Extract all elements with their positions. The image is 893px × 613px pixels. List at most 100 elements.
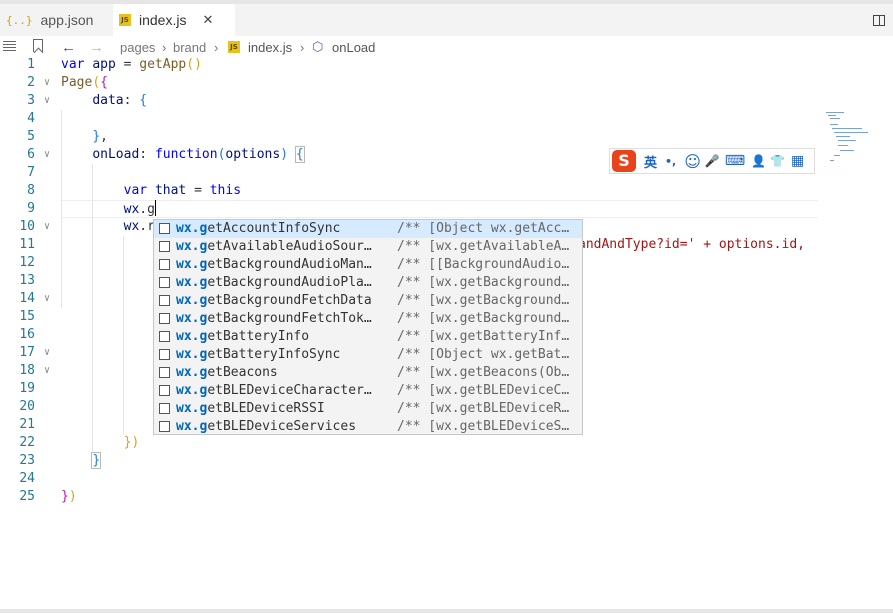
tab-bar: {..} app.json JS index.js ✕ [0, 0, 893, 36]
code-line: wx.r [123, 219, 155, 234]
code-fragment: andAndType?id=' + options.id, [578, 237, 805, 252]
line-number: 5 [27, 129, 35, 144]
line-number: 20 [19, 399, 35, 414]
line-number: 16 [19, 327, 35, 342]
breadcrumb-item-file[interactable]: index.js [248, 40, 292, 55]
code-line: andAndType?id=' + options.id, [578, 236, 805, 254]
code-line: data: { [92, 93, 148, 108]
suggestion-item[interactable]: wx.getAccountInfoSync/** [Object wx.getA… [154, 220, 582, 238]
property-icon [159, 367, 170, 378]
line-number: 9 [27, 201, 35, 216]
suggestion-item[interactable]: wx.getBLEDeviceRSSI/** [wx.getBLEDeviceR… [154, 400, 582, 418]
code-line: }, [92, 129, 108, 144]
fold-chevron-icon[interactable]: ∨ [44, 92, 50, 110]
line-number: 12 [19, 255, 35, 270]
property-icon [159, 313, 170, 324]
split-editor-icon[interactable] [873, 15, 885, 26]
suggestion-item[interactable]: wx.getBackgroundAudioMan…/** [[Backgroun… [154, 256, 582, 274]
breadcrumb-separator: › [162, 39, 167, 55]
line-number: 14 [19, 291, 35, 306]
breadcrumb-separator: › [300, 39, 305, 55]
breadcrumb-item-brand[interactable]: brand [173, 40, 206, 55]
suggestion-item[interactable]: wx.getBackgroundFetchTok…/** [wx.getBack… [154, 310, 582, 328]
line-number: 11 [19, 237, 35, 252]
line-number: 17 [19, 345, 35, 360]
close-icon[interactable]: ✕ [202, 12, 213, 28]
code-line: var that = this [123, 183, 242, 198]
suggestion-item[interactable]: wx.getBackgroundAudioPla…/** [wx.getBack… [154, 274, 582, 292]
property-icon [159, 277, 170, 288]
suggestion-item[interactable]: wx.getBackgroundFetchData/** [wx.getBack… [154, 292, 582, 310]
code-line: }) [123, 435, 140, 450]
breadcrumb: ← → pages › brand › JS index.js › ⬡ onLo… [0, 36, 893, 58]
fold-chevron-icon[interactable]: ∨ [44, 290, 50, 308]
property-icon [159, 241, 170, 252]
line-number: 22 [19, 435, 35, 450]
suggestion-item[interactable]: wx.getBLEDeviceCharacter…/** [wx.getBLED… [154, 382, 582, 400]
back-arrow-icon[interactable]: ← [61, 39, 76, 56]
line-number: 7 [27, 165, 35, 180]
line-number: 25 [19, 489, 35, 504]
tab-label: app.json [40, 12, 94, 28]
property-icon [159, 223, 170, 234]
json-file-icon: {..} [6, 13, 33, 27]
line-number: 1 [27, 57, 35, 72]
fold-chevron-icon[interactable]: ∨ [44, 362, 50, 380]
current-line-highlight [61, 200, 818, 218]
suggestion-item[interactable]: wx.getBatteryInfo/** [wx.getBatteryInf… [154, 328, 582, 346]
property-icon [159, 403, 170, 414]
line-number: 4 [27, 111, 35, 126]
fold-chevron-icon[interactable]: ∨ [44, 218, 50, 236]
horizontal-scrollbar[interactable] [0, 609, 893, 613]
sogou-logo-icon[interactable]: S [612, 150, 636, 172]
fold-chevron-icon[interactable]: ∨ [44, 146, 50, 164]
line-number: 23 [19, 453, 35, 468]
ime-emoji-icon[interactable]: ☺ [684, 152, 701, 171]
indent-guide [123, 236, 124, 434]
property-icon [159, 331, 170, 342]
minimap[interactable] [826, 112, 868, 167]
suggestion-item[interactable]: wx.getBeacons/** [wx.getBeacons(Ob… [154, 364, 582, 382]
suggestion-item[interactable]: wx.getBatteryInfoSync/** [Object wx.getB… [154, 346, 582, 364]
tab-app-json[interactable]: {..} app.json [0, 4, 112, 36]
tab-index-js[interactable]: JS index.js ✕ [113, 4, 235, 36]
code-line: }) [61, 489, 77, 504]
code-line: } [91, 452, 102, 469]
text-cursor [154, 200, 157, 216]
suggestion-item[interactable]: wx.getBLEDeviceServices/** [wx.getBLEDev… [154, 418, 582, 436]
ime-punctuation-icon[interactable]: •, [665, 155, 676, 168]
js-file-icon: JS [119, 14, 131, 26]
property-icon [159, 421, 170, 432]
ime-user-icon[interactable]: 👤 [751, 154, 766, 168]
ime-mic-icon[interactable]: 🎤 [705, 154, 720, 168]
js-file-icon: JS [228, 41, 240, 53]
line-number: 8 [27, 183, 35, 198]
line-number: 13 [19, 273, 35, 288]
breadcrumb-item-pages[interactable]: pages [120, 40, 155, 55]
tab-label: index.js [139, 12, 187, 28]
line-number: 24 [19, 471, 35, 486]
line-number: 6 [27, 147, 35, 162]
property-icon [159, 259, 170, 270]
code-line: Page({ [61, 75, 108, 90]
forward-arrow-icon[interactable]: → [89, 39, 104, 56]
breadcrumb-item-symbol[interactable]: onLoad [332, 40, 375, 55]
property-icon [159, 295, 170, 306]
line-number: 2 [27, 75, 35, 90]
line-number: 18 [19, 363, 35, 378]
ime-lang-toggle[interactable]: 英 [644, 152, 657, 171]
fold-chevron-icon[interactable]: ∨ [44, 344, 50, 362]
suggestion-item[interactable]: wx.getAvailableAudioSour…/** [wx.getAvai… [154, 238, 582, 256]
fold-chevron-icon[interactable]: ∨ [44, 74, 50, 92]
code-line: onLoad: function(options) { [92, 146, 305, 163]
code-line-current: wx.g [123, 200, 157, 217]
line-number: 3 [27, 93, 35, 108]
ime-skin-icon[interactable]: 👕 [770, 154, 785, 168]
line-number: 10 [19, 219, 35, 234]
line-number: 21 [19, 417, 35, 432]
ime-keyboard-icon[interactable]: ⌨ [725, 153, 745, 169]
property-icon [159, 349, 170, 360]
ime-menu-icon[interactable]: ▦ [791, 153, 804, 169]
breadcrumb-separator: › [214, 39, 219, 55]
ime-toolbar: S 英 •, ☺ 🎤 ⌨ 👤 👕 ▦ [609, 148, 815, 174]
